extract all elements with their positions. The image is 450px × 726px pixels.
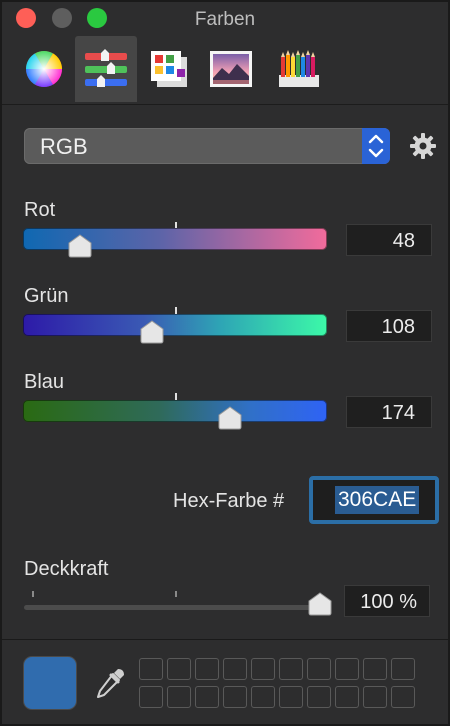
- color-model-select[interactable]: RGB: [24, 128, 390, 164]
- favorite-color-slot[interactable]: [307, 686, 331, 708]
- favorite-color-slot[interactable]: [307, 658, 331, 680]
- blue-slider-label: Blau: [24, 371, 65, 393]
- favorite-color-slot[interactable]: [139, 658, 163, 680]
- title-bar: Farben: [2, 2, 448, 36]
- color-sliders-icon: [85, 49, 127, 87]
- favorite-color-slot[interactable]: [223, 686, 247, 708]
- opacity-tick-min: [32, 591, 34, 597]
- hex-color-label: Hex-Farbe #: [173, 490, 285, 512]
- favorite-color-slot[interactable]: [251, 686, 275, 708]
- favorite-color-slot[interactable]: [391, 686, 415, 708]
- green-slider-thumb[interactable]: [140, 320, 164, 344]
- blue-value-field[interactable]: 174: [346, 396, 432, 428]
- favorite-color-slot[interactable]: [139, 686, 163, 708]
- color-panel-window: Farben RGB Rot 48 Grün 108 Blau 174 Hex-…: [0, 0, 450, 726]
- green-value-field[interactable]: 108: [346, 310, 432, 342]
- favorite-color-slot[interactable]: [167, 658, 191, 680]
- opacity-tick-mid: [175, 591, 177, 597]
- favorite-color-slot[interactable]: [223, 658, 247, 680]
- eyedropper-icon[interactable]: [92, 665, 128, 701]
- red-slider-thumb[interactable]: [68, 234, 92, 258]
- hex-color-value: 306CAE: [335, 486, 420, 514]
- opacity-value-field[interactable]: 100 %: [344, 585, 430, 617]
- favorite-color-slot[interactable]: [167, 686, 191, 708]
- red-value-field[interactable]: 48: [346, 224, 432, 256]
- red-slider-label: Rot: [24, 199, 56, 221]
- favorite-color-slot[interactable]: [363, 686, 387, 708]
- bottom-divider: [2, 639, 448, 640]
- current-color-well[interactable]: [24, 657, 76, 709]
- image-palettes-tab[interactable]: [200, 36, 262, 102]
- color-palettes-icon: [151, 51, 187, 87]
- favorite-color-slot[interactable]: [279, 686, 303, 708]
- pencils-tab[interactable]: [268, 36, 330, 102]
- favorite-color-slot[interactable]: [251, 658, 275, 680]
- window-title: Farben: [194, 9, 256, 30]
- toolbar: [2, 36, 448, 105]
- favorite-color-slot[interactable]: [335, 686, 359, 708]
- favorite-color-slot[interactable]: [195, 686, 219, 708]
- color-model-value: RGB: [40, 134, 88, 159]
- favorite-color-slot[interactable]: [363, 658, 387, 680]
- blue-slider-track[interactable]: [23, 400, 327, 422]
- green-slider-label: Grün: [24, 285, 69, 307]
- blue-slider-thumb[interactable]: [218, 406, 242, 430]
- hex-color-field[interactable]: 306CAE: [309, 476, 439, 524]
- chevron-up-down-icon: [362, 128, 390, 164]
- favorite-colors-grid: [139, 658, 419, 710]
- gear-icon[interactable]: [409, 132, 437, 160]
- color-wheel-tab[interactable]: [13, 36, 75, 102]
- opacity-label: Deckkraft: [24, 558, 109, 580]
- green-slider-track[interactable]: [23, 314, 327, 336]
- color-palettes-tab[interactable]: [138, 36, 200, 102]
- image-palettes-icon: [210, 51, 252, 87]
- color-wheel-icon: [25, 50, 63, 88]
- opacity-slider-thumb[interactable]: [308, 592, 332, 616]
- favorite-color-slot[interactable]: [391, 658, 415, 680]
- color-sliders-tab[interactable]: [75, 36, 137, 102]
- favorite-color-slot[interactable]: [279, 658, 303, 680]
- favorite-color-slot[interactable]: [195, 658, 219, 680]
- pencils-icon: [279, 50, 319, 87]
- favorite-color-slot[interactable]: [335, 658, 359, 680]
- opacity-slider-track[interactable]: [24, 605, 320, 610]
